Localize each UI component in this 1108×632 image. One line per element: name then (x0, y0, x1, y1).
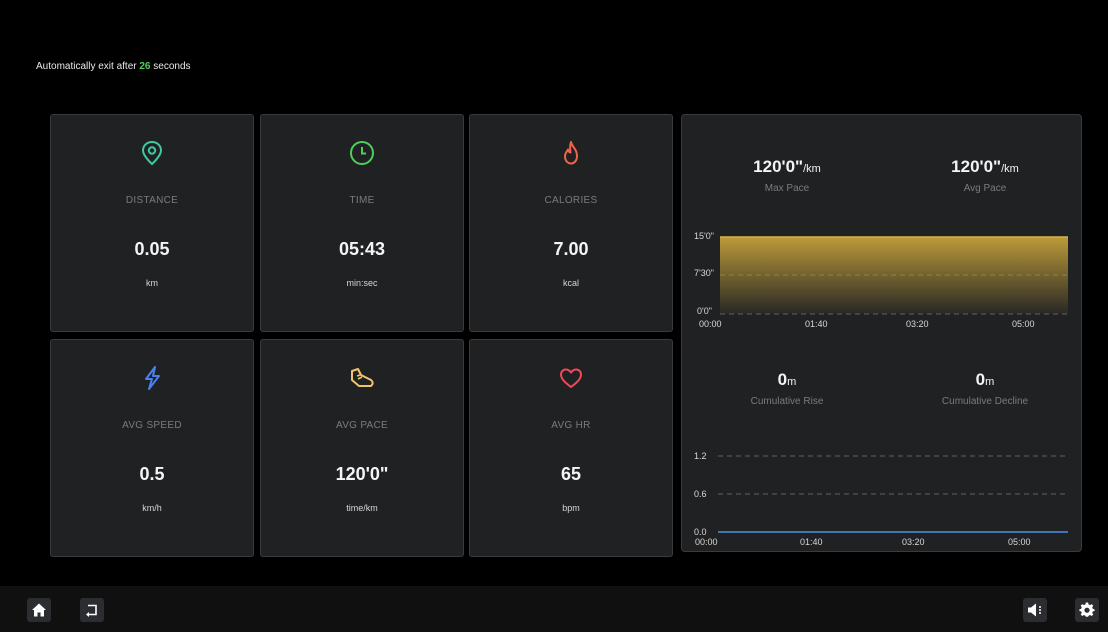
settings-gear-icon (1079, 602, 1095, 617)
metric-value: 7.00 (553, 239, 589, 259)
pace-x-tick: 01:40 (805, 319, 828, 329)
pace-y-tick: 0'0" (697, 306, 712, 316)
home-icon (32, 603, 46, 617)
metric-card-time: TIME 05:43 min:sec (260, 114, 464, 332)
location-pin-icon (51, 139, 253, 169)
auto-exit-notice: Automatically exit after 26 seconds (36, 61, 191, 72)
metric-value: 0.5 (139, 464, 165, 484)
metric-card-calories: CALORIES 7.00 kcal (469, 114, 673, 332)
flame-icon (470, 139, 672, 169)
auto-exit-countdown: 26 (139, 61, 151, 72)
metric-unit: min:sec (346, 278, 378, 288)
metric-label: TIME (349, 195, 375, 206)
metric-value: 05:43 (338, 239, 386, 259)
rise-unit: m (787, 376, 797, 388)
avg-pace-value: 120'0" (951, 157, 1002, 176)
elevation-y-tick: 0.0 (694, 527, 707, 537)
decline-label: Cumulative Decline (941, 396, 1029, 407)
elevation-y-tick: 0.6 (694, 489, 707, 499)
metric-card-avg-pace: AVG PACE 120'0" time/km (260, 339, 464, 557)
max-pace-value: 120'0" (753, 157, 804, 176)
volume-icon (1028, 603, 1041, 617)
clock-icon (261, 139, 463, 169)
pace-y-tick: 15'0" (694, 231, 714, 241)
auto-exit-prefix: Automatically exit after (36, 61, 140, 72)
metric-card-avg-speed: AVG SPEED 0.5 km/h (50, 339, 254, 557)
avg-pace-label: Avg Pace (963, 183, 1007, 194)
max-pace-label: Max Pace (764, 183, 810, 194)
metric-label: CALORIES (544, 195, 598, 206)
heart-icon (470, 364, 672, 394)
rise-label: Cumulative Rise (750, 396, 824, 407)
elevation-x-tick: 00:00 (695, 537, 718, 547)
metric-card-distance: DISTANCE 0.05 km (50, 114, 254, 332)
cumulative-decline-stat: 0m Cumulative Decline (910, 370, 1060, 407)
charts-panel: 120'0"/km Max Pace 120'0"/km Avg Pace 15… (681, 114, 1082, 552)
decline-value: 0 (975, 370, 986, 389)
metric-label: AVG PACE (335, 420, 389, 431)
bottom-navigation-bar (0, 586, 1108, 632)
elevation-x-tick: 05:00 (1008, 537, 1031, 547)
volume-button[interactable] (1023, 598, 1047, 622)
metric-label: AVG SPEED (122, 420, 182, 431)
metric-value: 120'0" (335, 464, 389, 484)
elevation-chart (718, 455, 1068, 533)
metric-unit: time/km (346, 503, 378, 513)
max-pace-unit: /km (803, 163, 821, 175)
metric-label: AVG HR (551, 420, 591, 431)
shoe-icon (261, 364, 463, 394)
elevation-x-tick: 03:20 (902, 537, 925, 547)
metric-value: 0.05 (134, 239, 170, 259)
pace-y-tick: 7'30" (694, 268, 714, 278)
metric-unit: km/h (142, 503, 162, 513)
cumulative-rise-stat: 0m Cumulative Rise (712, 370, 862, 407)
metric-value: 65 (560, 464, 582, 484)
avg-pace-stat: 120'0"/km Avg Pace (910, 157, 1060, 194)
lightning-icon (51, 364, 253, 394)
metric-label: DISTANCE (125, 195, 179, 206)
rise-value: 0 (777, 370, 788, 389)
auto-exit-suffix: seconds (150, 61, 191, 72)
settings-button[interactable] (1075, 598, 1099, 622)
avg-pace-unit: /km (1001, 163, 1019, 175)
metric-unit: kcal (562, 278, 579, 288)
metric-unit: bpm (562, 503, 580, 513)
pace-x-tick: 00:00 (699, 319, 722, 329)
pace-chart (720, 236, 1068, 315)
elevation-x-tick: 01:40 (800, 537, 823, 547)
home-button[interactable] (27, 598, 51, 622)
return-icon (86, 604, 97, 617)
pace-x-tick: 03:20 (906, 319, 929, 329)
max-pace-stat: 120'0"/km Max Pace (712, 157, 862, 194)
pace-x-tick: 05:00 (1012, 319, 1035, 329)
pace-area (720, 237, 1068, 314)
decline-unit: m (985, 376, 995, 388)
back-button[interactable] (80, 598, 104, 622)
metric-unit: km (146, 278, 158, 288)
elevation-y-tick: 1.2 (694, 451, 707, 461)
metric-card-avg-hr: AVG HR 65 bpm (469, 339, 673, 557)
